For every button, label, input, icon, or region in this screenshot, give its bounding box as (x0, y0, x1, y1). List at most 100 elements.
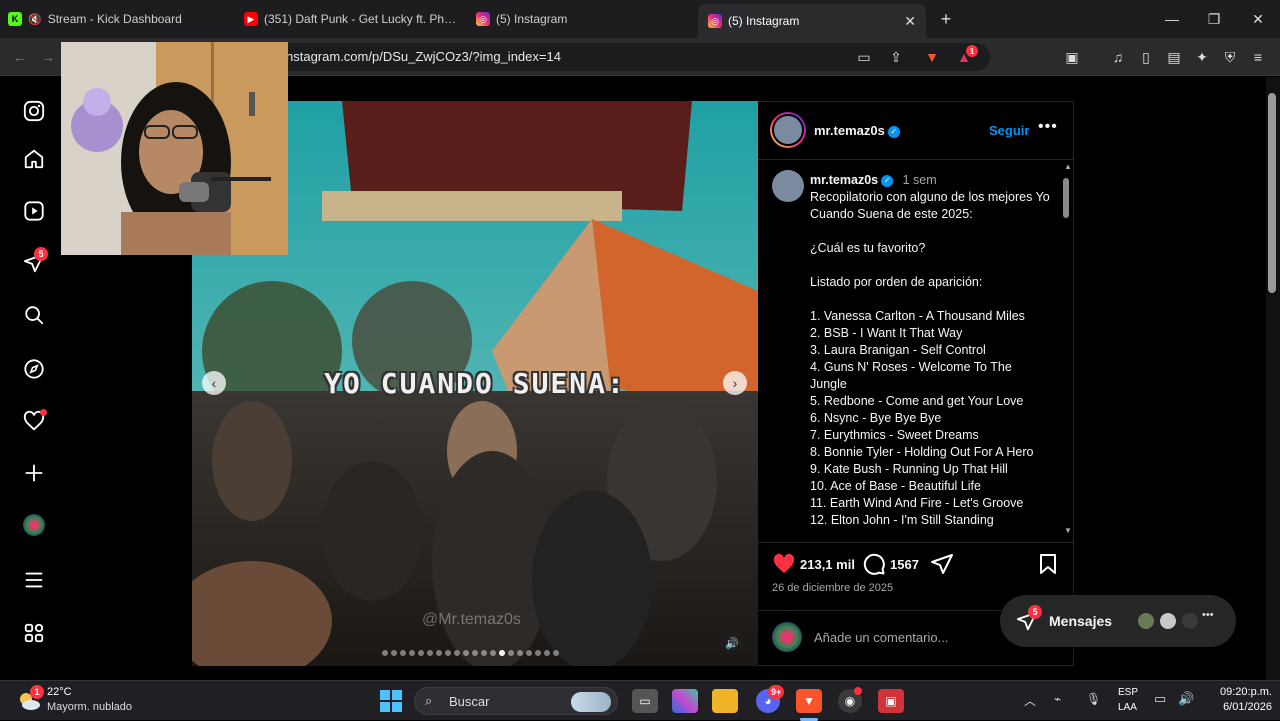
muted-speaker-icon[interactable]: 🔇 (28, 13, 42, 26)
show-hidden-icons-icon[interactable]: ︿ (1024, 692, 1036, 709)
instagram-logo-icon[interactable] (20, 97, 48, 125)
more-options-icon[interactable]: ••• (1038, 118, 1058, 136)
author-avatar[interactable] (770, 112, 806, 148)
create-icon[interactable] (20, 459, 48, 487)
comment-icon[interactable] (862, 552, 886, 576)
heart-notifications-icon[interactable] (20, 407, 48, 435)
follow-button[interactable]: Seguir (989, 123, 1029, 138)
share-icon[interactable] (930, 552, 954, 576)
caption-time: 1 sem (902, 173, 937, 187)
wallet-icon[interactable]: ▤ (1164, 47, 1184, 67)
language-top[interactable]: ESP (1118, 687, 1138, 698)
restore-button[interactable]: ❐ (1192, 0, 1236, 38)
post-details-panel: mr.temaz0s ✓ Seguir ••• mr.temaz0s ✓ 1 sem… (758, 101, 1074, 666)
page-scroll-thumb[interactable] (1268, 93, 1276, 293)
caption-username[interactable]: mr.temaz0s (810, 173, 878, 187)
forward-icon[interactable]: → (38, 47, 58, 67)
contact-avatar (1136, 611, 1156, 631)
like-heart-icon[interactable] (772, 552, 796, 576)
reels-icon[interactable] (20, 197, 48, 225)
notifications-badge: 5 (34, 247, 48, 261)
back-icon[interactable]: ← (10, 47, 30, 67)
microphone-icon[interactable]: 🎙 (1086, 692, 1101, 706)
sidebar-panel-icon[interactable]: ▣ (1062, 47, 1082, 67)
clock-date[interactable]: 6/01/2026 (1206, 701, 1272, 713)
direct-messages-icon[interactable]: 5 (20, 247, 48, 277)
next-slide-button[interactable]: › (723, 371, 747, 395)
notification-dot (40, 409, 47, 416)
song-list-item: 12. Elton John - I'm Still Standing (810, 513, 994, 527)
menu-icon[interactable]: ≡ (1248, 47, 1268, 67)
also-from-meta-icon[interactable] (20, 619, 48, 647)
previous-slide-button[interactable]: ‹ (202, 371, 226, 395)
brave-shields-icon[interactable]: ▼ (922, 47, 942, 67)
author-header[interactable]: mr.temaz0s ✓ (814, 123, 900, 138)
carousel-dot (508, 650, 514, 656)
page-scrollbar[interactable] (1266, 77, 1280, 680)
language-bottom[interactable]: LAA (1118, 702, 1137, 713)
weather-temp[interactable]: 22°C (47, 686, 72, 698)
caption-scrollbar[interactable]: ▲ ▼ (1060, 162, 1072, 538)
new-tab-button[interactable]: + (924, 0, 968, 38)
volume-icon[interactable]: 🔊 (720, 631, 744, 655)
tab-instagram[interactable]: ◎ (5) Instagram (476, 0, 686, 38)
scroll-thumb[interactable] (1063, 178, 1069, 218)
network-icon[interactable]: ⌁ (1054, 692, 1061, 706)
song-list-item: 2. BSB - I Want It That Way (810, 326, 963, 340)
weather-badge: 1 (30, 685, 44, 699)
task-view-icon[interactable]: ▭ (632, 689, 658, 713)
video-overlay-text: YO CUANDO SUENA: (324, 367, 626, 400)
search-icon[interactable] (20, 301, 48, 329)
carousel-dot (418, 650, 424, 656)
song-list-item: 3. Laura Branigan - Self Control (810, 343, 986, 357)
windows-start-icon[interactable] (379, 689, 403, 713)
caption-avatar[interactable] (772, 170, 804, 202)
display-icon[interactable]: ▭ (1154, 691, 1166, 707)
tab-kick-dashboard[interactable]: K 🔇 Stream - Kick Dashboard (8, 0, 236, 38)
messages-label: Mensajes (1049, 613, 1113, 629)
likes-count[interactable]: 213,1 mil (800, 557, 855, 572)
carousel-dot (481, 650, 487, 656)
close-window-button[interactable]: ✕ (1236, 0, 1280, 38)
clock-time[interactable]: 09:20:p.m. (1206, 686, 1272, 698)
close-tab-icon[interactable]: ✕ (904, 13, 916, 30)
author-username[interactable]: mr.temaz0s (814, 123, 885, 138)
volume-icon[interactable]: 🔊 (1178, 691, 1194, 707)
leo-ai-icon[interactable]: ✦ (1192, 47, 1212, 67)
save-bookmark-icon[interactable] (1036, 552, 1060, 576)
weather-desc[interactable]: Mayorm. nublado (47, 701, 132, 713)
weather-icon[interactable]: 1 (16, 685, 44, 713)
share-icon[interactable]: ⇪ (886, 47, 906, 67)
scroll-up-icon[interactable]: ▲ (1064, 162, 1072, 171)
contact-avatar (1158, 611, 1178, 631)
explore-icon[interactable] (20, 355, 48, 383)
song-list-item: 7. Eurythmics - Sweet Dreams (810, 428, 979, 442)
carousel-dot (544, 650, 550, 656)
messages-widget[interactable]: 5 Mensajes ••• (1000, 595, 1236, 647)
address-bar[interactable]: nstagram.com/p/DSu_ZwjCOz3/?img_index=14… (270, 43, 990, 71)
instagram-icon: ◎ (708, 14, 722, 28)
reading-view-icon[interactable]: ▯ (1136, 47, 1156, 67)
microsoft-365-icon[interactable] (672, 689, 698, 713)
carousel-dot (499, 650, 505, 656)
profile-avatar-icon[interactable] (20, 511, 48, 539)
tab-youtube[interactable]: ▶ (351) Daft Punk - Get Lucky ft. Pharre… (244, 0, 460, 38)
file-explorer-icon[interactable] (712, 689, 738, 713)
app-red-icon[interactable]: ▣ (878, 689, 904, 713)
comment-input[interactable]: Añade un comentario... (814, 630, 948, 645)
tab-title: (5) Instagram (496, 12, 568, 26)
tab-instagram-active[interactable]: ◎ (5) Instagram ✕ (698, 4, 926, 38)
more-menu-icon[interactable] (20, 566, 48, 594)
vpn-icon[interactable]: ⛨ (1220, 47, 1240, 67)
cast-icon[interactable]: ▭ (854, 47, 874, 67)
divider (758, 542, 1074, 543)
music-icon[interactable]: ♫ (1108, 47, 1128, 67)
minimize-button[interactable]: — (1150, 0, 1194, 38)
comments-count[interactable]: 1567 (890, 557, 919, 572)
scroll-down-icon[interactable]: ▼ (1064, 526, 1072, 535)
carousel-dot (436, 650, 442, 656)
brave-browser-icon[interactable]: ▼ (796, 689, 822, 713)
carousel-dot (472, 650, 478, 656)
home-icon[interactable] (20, 145, 48, 173)
taskbar-search[interactable]: ⌕ Buscar (414, 687, 618, 715)
